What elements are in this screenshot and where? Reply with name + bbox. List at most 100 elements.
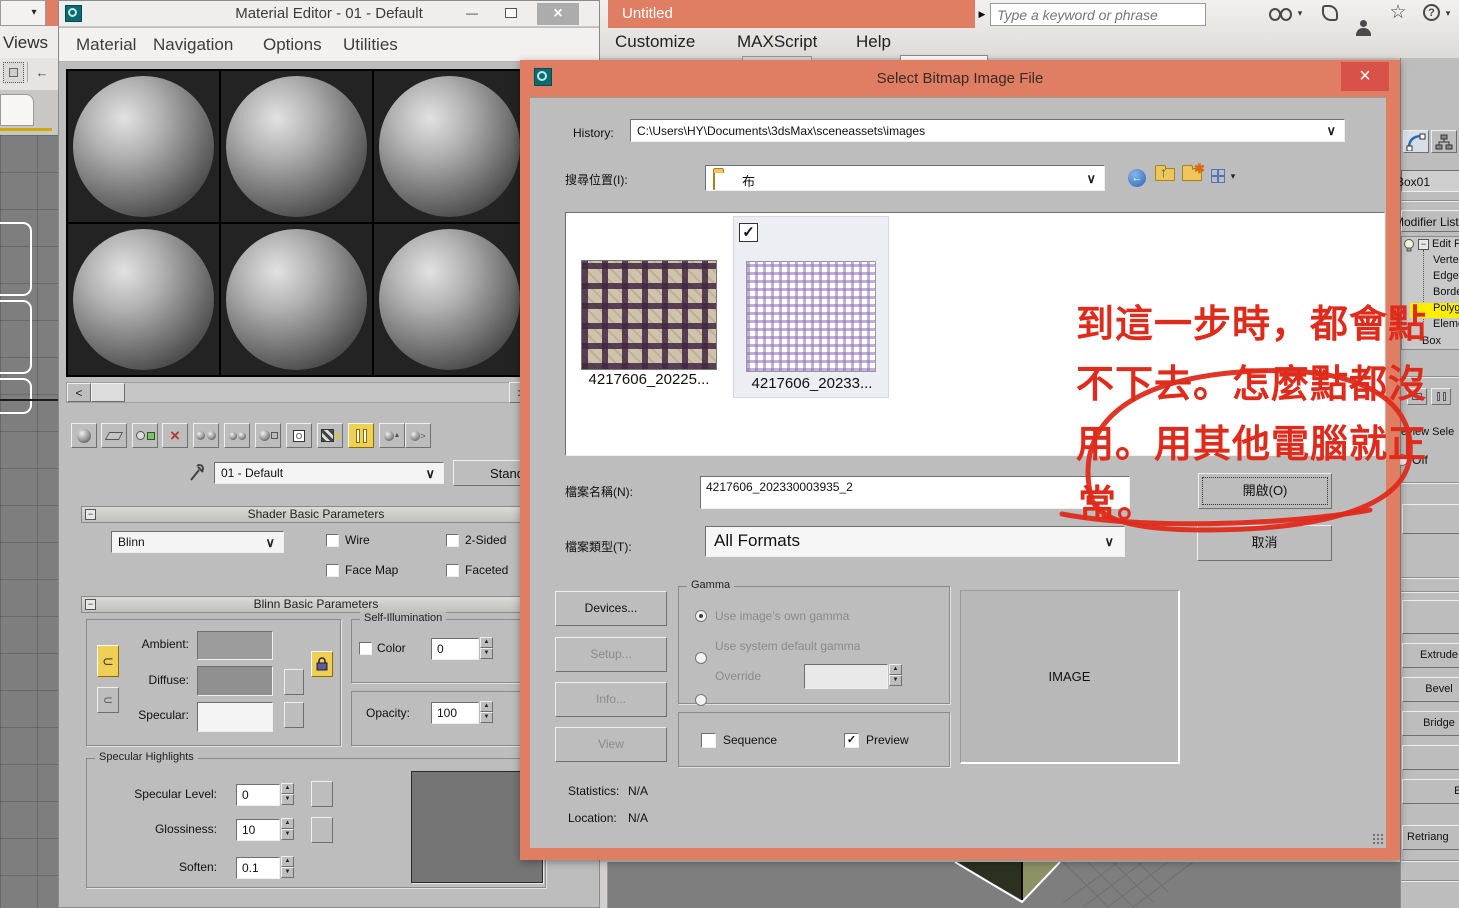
glossiness-map-button[interactable] (311, 817, 333, 843)
look-in-combo[interactable]: 布 (705, 165, 1105, 191)
material-name-dropdown[interactable]: 01 - Default (214, 462, 444, 484)
stack-item-polygon[interactable]: Polygon (1433, 302, 1459, 314)
resize-grip[interactable] (1372, 833, 1384, 845)
open-button[interactable]: 開啟(O) (1198, 473, 1332, 509)
assign-material-icon[interactable] (132, 423, 158, 448)
back-icon[interactable] (1128, 169, 1146, 187)
gamma-system-radio[interactable] (695, 652, 707, 664)
hinge-button[interactable]: H (1402, 745, 1459, 770)
gamma-override-spinner[interactable] (889, 664, 902, 686)
two-sided-checkbox[interactable] (446, 534, 459, 547)
chevron-down-icon[interactable] (265, 536, 275, 549)
show-shaded-in-viewport-icon[interactable] (348, 423, 374, 448)
sample-slot[interactable] (221, 71, 372, 222)
me-menu-utilities[interactable]: Utilities (343, 35, 398, 55)
face-map-checkbox[interactable] (326, 564, 339, 577)
go-forward-sibling-icon[interactable] (405, 423, 431, 448)
file-checkbox-checked[interactable] (739, 223, 758, 242)
panel-button-blank[interactable] (1402, 600, 1459, 634)
sequence-checkbox[interactable] (701, 733, 716, 748)
left-viewport-fragment[interactable] (0, 135, 58, 908)
rollout-collapse-icon[interactable] (85, 509, 96, 520)
search-input[interactable] (990, 3, 1206, 26)
put-to-library-icon[interactable] (224, 423, 250, 448)
glossiness-field[interactable]: 10 (236, 819, 280, 841)
workspace-arrow-icon[interactable] (976, 7, 988, 21)
tab-modify-icon[interactable] (1403, 130, 1429, 153)
gamma-image-radio[interactable] (695, 610, 707, 622)
scroll-thumb[interactable] (91, 383, 125, 402)
soften-field[interactable]: 0.1 (236, 857, 280, 879)
stack-item-edge[interactable]: Edge (1433, 270, 1459, 282)
specular-swatch[interactable] (197, 702, 273, 732)
slots-hscrollbar[interactable] (66, 382, 524, 403)
chevron-down-icon[interactable] (425, 467, 435, 480)
file-name-2[interactable]: 4217606_20233... (734, 375, 890, 392)
sample-slot[interactable] (374, 71, 525, 222)
rollout-collapse-icon[interactable] (85, 599, 96, 610)
faceted-checkbox[interactable] (446, 564, 459, 577)
make-unique-icon[interactable] (193, 423, 219, 448)
close-icon[interactable] (537, 3, 579, 25)
bridge-button[interactable]: Bridge (1402, 711, 1459, 736)
selection-tool-icon[interactable] (3, 62, 24, 83)
tab-hierarchy-icon[interactable] (1431, 130, 1457, 153)
me-menu-navigation[interactable]: Navigation (153, 35, 233, 55)
search-caret-icon[interactable] (1295, 6, 1305, 20)
cancel-button[interactable]: 取消 (1197, 525, 1332, 561)
stack-item-border[interactable]: Border (1433, 286, 1459, 298)
retriangulate-button[interactable]: Retriang (1402, 825, 1459, 850)
thumbnail-image-plaid[interactable] (581, 260, 717, 370)
file-name-1[interactable]: 4217606_20225... (571, 371, 727, 388)
extrude-along-spline-button[interactable]: Ex (1402, 779, 1459, 804)
menu-views[interactable]: Views (3, 33, 48, 53)
stack-item-element[interactable]: Element (1433, 318, 1459, 330)
object-name-field[interactable]: Box01 (1401, 170, 1459, 192)
specular-level-spinner[interactable] (281, 783, 294, 805)
chevron-down-icon[interactable] (1086, 172, 1096, 185)
diffuse-map-button[interactable] (284, 669, 304, 695)
devices-button[interactable]: Devices... (555, 591, 667, 626)
bottom-viewport-fragment[interactable] (608, 862, 1459, 908)
glossiness-spinner[interactable] (281, 818, 294, 840)
self-illum-spinner[interactable] (480, 637, 493, 659)
preview-checkbox-checked[interactable] (844, 733, 859, 748)
shader-rollout-header[interactable]: Shader Basic Parameters (81, 506, 551, 523)
delete-material-icon[interactable] (162, 423, 188, 448)
specular-level-field[interactable]: 0 (236, 784, 280, 806)
visibility-bulb-icon[interactable] (1403, 238, 1416, 253)
up-one-level-icon[interactable] (1155, 168, 1175, 181)
wire-checkbox[interactable] (326, 534, 339, 547)
menu-help[interactable]: Help (856, 32, 891, 52)
file-name-field[interactable]: 4217606_202330003935_2 (700, 476, 1130, 509)
modifier-list-dropdown[interactable]: Modifier List (1401, 210, 1459, 232)
put-material-icon[interactable] (101, 423, 127, 448)
sample-slot[interactable] (68, 224, 219, 375)
diffuse-swatch[interactable] (197, 666, 273, 696)
dropdown-caret-icon[interactable] (27, 4, 41, 20)
bevel-button[interactable]: Bevel (1402, 677, 1459, 702)
new-folder-icon[interactable]: ✱ (1182, 168, 1202, 181)
show-background-icon[interactable]: O (286, 423, 312, 448)
blinn-rollout-header[interactable]: Blinn Basic Parameters (81, 596, 551, 613)
specular-level-map-button[interactable] (311, 781, 333, 807)
scroll-left-icon[interactable] (67, 383, 91, 402)
help-icon[interactable]: ? (1423, 4, 1440, 21)
specular-map-button[interactable] (284, 702, 304, 728)
signin-icon[interactable] (1322, 5, 1338, 21)
material-id-icon[interactable] (255, 423, 281, 448)
chevron-down-icon[interactable] (1326, 124, 1336, 137)
search-icon[interactable] (1268, 5, 1290, 21)
me-menu-options[interactable]: Options (263, 35, 322, 55)
ambient-swatch[interactable] (197, 631, 273, 660)
eyedropper-icon[interactable] (189, 461, 207, 483)
view-menu-caret-icon[interactable] (1227, 168, 1239, 184)
stack-item-vertex[interactable]: Vertex (1433, 254, 1459, 266)
maximize-icon[interactable] (498, 3, 524, 23)
lock-icon[interactable] (311, 651, 333, 677)
show-end-result-icon[interactable] (1431, 388, 1451, 405)
sample-slot[interactable] (68, 71, 219, 222)
me-menu-material[interactable]: Material (76, 35, 136, 55)
dialog-close-icon[interactable] (1341, 62, 1389, 91)
menu-maxscript[interactable]: MAXScript (737, 32, 817, 52)
